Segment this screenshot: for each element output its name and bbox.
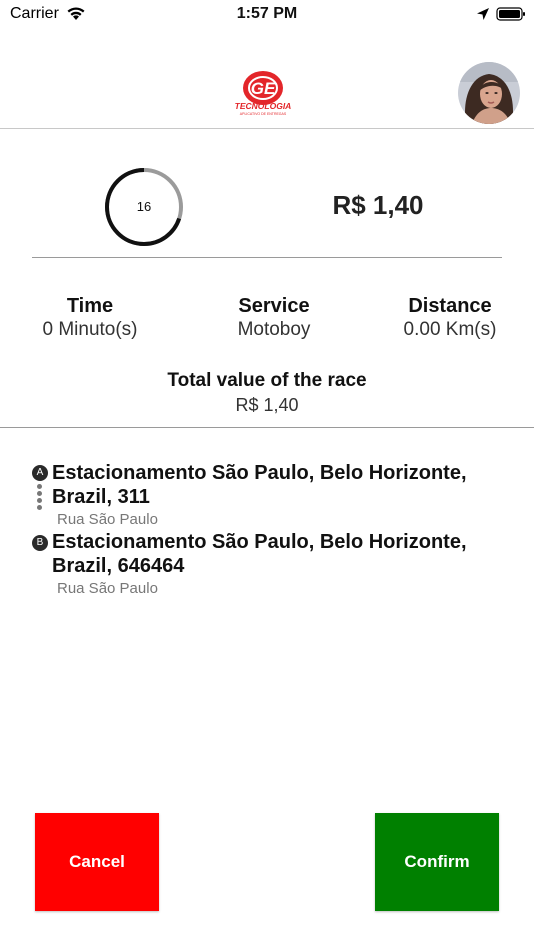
status-time: 1:57 PM: [236, 5, 298, 22]
distance-title: Distance: [408, 295, 492, 317]
destination-street: Rua São Paulo: [57, 580, 158, 597]
distance-value: 0.00 Km(s): [403, 319, 497, 340]
logo-text: TECNOLOGIA: [235, 101, 292, 111]
battery-icon: [496, 7, 525, 21]
time-value: 0 Minuto(s): [42, 319, 138, 340]
service-value: Motoboy: [237, 319, 311, 340]
origin-street: Rua São Paulo: [57, 511, 158, 528]
destination-marker-icon: B: [32, 535, 48, 551]
route-dots-icon: [37, 484, 43, 516]
confirm-button[interactable]: Confirm: [375, 813, 499, 911]
total-title: Total value of the race: [167, 370, 367, 391]
cancel-button[interactable]: Cancel: [35, 813, 159, 911]
time-info: Time 0 Minuto(s): [10, 294, 170, 342]
ride-price: R$ 1,40: [332, 190, 424, 220]
origin-marker-icon: A: [32, 465, 48, 481]
origin-address: Estacionamento São Paulo, Belo Horizonte…: [52, 462, 467, 508]
total-value-section: Total value of the race R$ 1,40: [0, 369, 534, 417]
summary-divider: [32, 257, 502, 258]
company-logo: GE TECNOLOGIA APLICATIVO DE ENTREGAS: [234, 68, 292, 118]
logo-subtext: APLICATIVO DE ENTREGAS: [240, 112, 287, 116]
countdown-timer-value: 16: [136, 199, 152, 214]
header-divider: [0, 128, 534, 129]
logo-initials: GE: [251, 79, 276, 98]
service-title: Service: [238, 295, 310, 317]
distance-info: Distance 0.00 Km(s): [370, 294, 530, 342]
service-info: Service Motoboy: [194, 294, 354, 342]
info-divider: [0, 427, 534, 428]
status-bar: Carrier 1:57 PM: [0, 0, 534, 30]
destination-address: Estacionamento São Paulo, Belo Horizonte…: [52, 531, 467, 577]
location-arrow-icon: [477, 8, 489, 20]
total-value: R$ 1,40: [235, 395, 299, 415]
user-avatar[interactable]: [458, 62, 520, 124]
time-title: Time: [66, 295, 114, 317]
